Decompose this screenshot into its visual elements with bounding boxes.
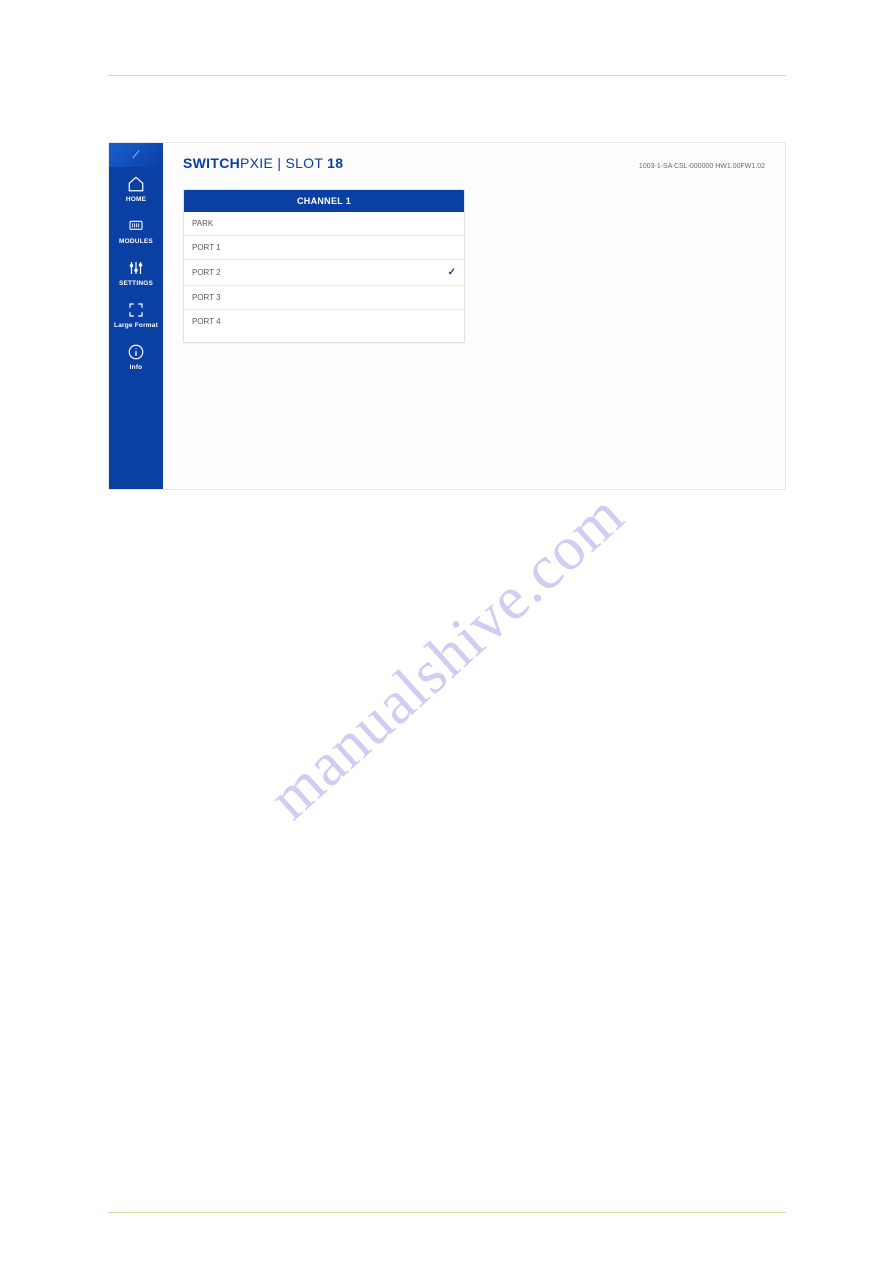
nav-modules[interactable]: MODULES bbox=[109, 209, 163, 251]
title-slot-label: SLOT bbox=[285, 155, 327, 171]
watermark-text: manualshive.com bbox=[255, 480, 637, 834]
nav-home-label: HOME bbox=[126, 196, 146, 203]
page-title: SWITCHPXIE | SLOT 18 bbox=[183, 155, 343, 171]
page-header: SWITCHPXIE | SLOT 18 1003-1-SA CSL-00000… bbox=[183, 155, 765, 171]
title-slot-num: 18 bbox=[327, 155, 343, 171]
app-window: ⟋ HOME MODULES SETTINGS bbox=[108, 142, 786, 490]
row-label: PORT 3 bbox=[192, 293, 221, 302]
row-label: PARK bbox=[192, 219, 213, 228]
nav-large-format[interactable]: Large Format bbox=[109, 293, 163, 335]
row-label: PORT 1 bbox=[192, 243, 221, 252]
brand-logo: ⟋ bbox=[109, 143, 163, 167]
title-sep: | bbox=[273, 155, 285, 171]
nav-settings-label: SETTINGS bbox=[119, 280, 153, 287]
nav-info-label: Info bbox=[130, 364, 143, 371]
expand-icon bbox=[125, 301, 147, 319]
check-icon: ✓ bbox=[448, 267, 456, 278]
nav-home[interactable]: HOME bbox=[109, 167, 163, 209]
title-product: SWITCH bbox=[183, 155, 240, 171]
channel-row-port4[interactable]: PORT 4 bbox=[184, 310, 464, 342]
channel-row-port1[interactable]: PORT 1 bbox=[184, 236, 464, 260]
top-divider bbox=[108, 75, 786, 76]
modules-icon bbox=[125, 217, 147, 235]
info-icon bbox=[125, 343, 147, 361]
sidebar: ⟋ HOME MODULES SETTINGS bbox=[109, 143, 163, 489]
bottom-divider bbox=[108, 1212, 786, 1213]
channel-panel: CHANNEL 1 PARK PORT 1 PORT 2 ✓ PORT 3 PO… bbox=[183, 189, 465, 343]
nav-modules-label: MODULES bbox=[119, 238, 153, 245]
main-content: SWITCHPXIE | SLOT 18 1003-1-SA CSL-00000… bbox=[163, 143, 785, 489]
channel-row-port3[interactable]: PORT 3 bbox=[184, 286, 464, 310]
logo-mark: ⟋ bbox=[133, 150, 140, 161]
channel-row-park[interactable]: PARK bbox=[184, 212, 464, 236]
channel-row-port2[interactable]: PORT 2 ✓ bbox=[184, 260, 464, 286]
row-label: PORT 4 bbox=[192, 317, 221, 326]
home-icon bbox=[125, 175, 147, 193]
nav-settings[interactable]: SETTINGS bbox=[109, 251, 163, 293]
title-model: PXIE bbox=[240, 155, 273, 171]
nav-info[interactable]: Info bbox=[109, 335, 163, 377]
device-meta: 1003-1-SA CSL-000000 HW1.00FW1.02 bbox=[639, 163, 765, 170]
row-label: PORT 2 bbox=[192, 268, 221, 277]
channel-panel-header: CHANNEL 1 bbox=[184, 190, 464, 212]
sliders-icon bbox=[125, 259, 147, 277]
nav-large-format-label: Large Format bbox=[114, 322, 158, 329]
